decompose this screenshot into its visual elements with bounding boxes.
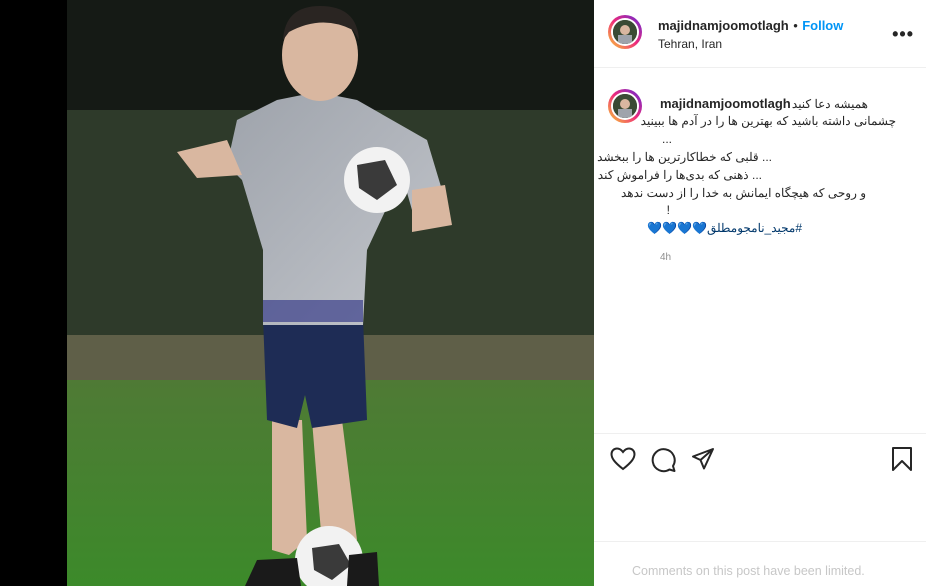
comment-icon[interactable] bbox=[651, 447, 677, 473]
location-link[interactable]: Tehran, Iran bbox=[658, 37, 722, 51]
avatar[interactable] bbox=[608, 15, 642, 49]
more-options-icon[interactable]: ••• bbox=[892, 24, 914, 45]
share-icon[interactable] bbox=[691, 447, 715, 471]
heart-icon[interactable] bbox=[610, 447, 636, 471]
actions-bar bbox=[594, 433, 926, 541]
bookmark-icon[interactable] bbox=[891, 446, 913, 472]
comments-limited-notice: Comments on this post have been limited. bbox=[632, 564, 865, 578]
avatar-image bbox=[613, 20, 637, 44]
caption-avatar-image bbox=[613, 94, 637, 118]
caption-avatar[interactable] bbox=[608, 89, 642, 123]
comments-footer: Comments on this post have been limited. bbox=[594, 541, 926, 586]
post-photo[interactable] bbox=[67, 0, 594, 586]
header-username[interactable]: majidnamjoomotlagh bbox=[658, 18, 789, 33]
blue-hearts: 💙💙💙💙 bbox=[647, 221, 708, 235]
photo-illustration bbox=[67, 0, 594, 586]
caption-hashtag-line: #مجید_نامجومطلق💙💙💙💙 bbox=[647, 221, 802, 235]
caption-line-6: و روحی که هیچگاه ایمانش به خدا را از دست… bbox=[621, 186, 866, 200]
caption-username[interactable]: majidnamjoomotlagh bbox=[660, 96, 791, 111]
post-time[interactable]: 4h bbox=[660, 252, 671, 263]
hashtag-link[interactable]: #مجید_نامجومطلق bbox=[707, 221, 802, 235]
post-header: majidnamjoomotlagh • Follow Tehran, Iran… bbox=[594, 0, 926, 68]
follow-button[interactable]: Follow bbox=[802, 18, 843, 33]
caption-line-5: ... ذهنی که بدی‌ها را فراموش کند bbox=[597, 168, 762, 182]
header-separator: • bbox=[793, 18, 798, 33]
caption-line-7: ! bbox=[666, 203, 670, 217]
caption-line-4: ... قلبی که خطاکارترین ها را ببخشد bbox=[597, 150, 772, 164]
caption-area: majidnamjoomotlagh همیشه دعا کنید چشمانی… bbox=[594, 69, 926, 433]
caption-line-1: همیشه دعا کنید bbox=[791, 97, 868, 111]
caption-line-2: چشمانی داشته باشید که بهترین ها را در آد… bbox=[640, 114, 896, 128]
caption-line-3: ... bbox=[661, 132, 672, 146]
post-side-panel: majidnamjoomotlagh • Follow Tehran, Iran… bbox=[594, 0, 926, 586]
